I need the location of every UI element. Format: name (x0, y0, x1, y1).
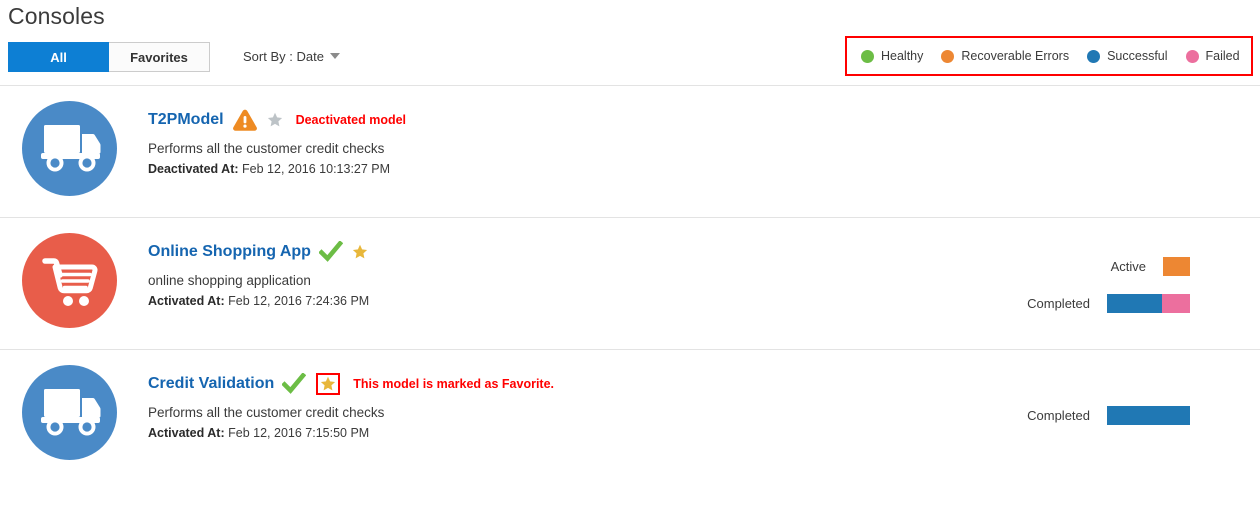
status-bar-row: Completed (1027, 294, 1190, 313)
console-name[interactable]: Credit Validation (148, 375, 274, 393)
console-timestamp-value: Feb 12, 2016 7:24:36 PM (228, 294, 370, 308)
console-annotation: This model is marked as Favorite. (353, 377, 555, 391)
console-name[interactable]: T2PModel (148, 111, 224, 129)
legend-item-recoverable-errors: Recoverable Errors (941, 49, 1069, 63)
console-list-item[interactable]: T2PModel Deactivated model Performs all t… (0, 85, 1260, 217)
legend-item-successful: Successful (1087, 49, 1168, 63)
status-bar-row: Completed (1027, 406, 1190, 425)
status-bar-row: Active (1027, 257, 1190, 276)
legend-dot-failed (1185, 49, 1199, 63)
console-description: online shopping application (148, 273, 311, 288)
check-icon (318, 241, 343, 262)
consoles-page: Consoles All Favorites Sort By : Date He… (0, 0, 1260, 518)
console-timestamp: Activated At: Feb 12, 2016 7:15:50 PM (148, 426, 554, 440)
warning-triangle-icon (232, 109, 257, 131)
status-bar-track (1107, 406, 1190, 425)
chevron-down-icon (329, 53, 340, 59)
console-avatar (22, 233, 117, 328)
status-bar-segment[interactable] (1162, 294, 1190, 313)
legend-label-healthy: Healthy (881, 49, 924, 63)
favorite-star-highlight[interactable] (316, 373, 341, 395)
legend-label-successful: Successful (1107, 49, 1168, 63)
truck-icon (41, 389, 101, 436)
console-timestamp-label: Activated At: (148, 294, 225, 308)
legend-label-failed: Failed (1205, 49, 1240, 63)
favorite-star-icon[interactable] (352, 244, 368, 260)
console-title-row: T2PModel Deactivated model (148, 108, 406, 132)
legend-dot-successful (1087, 49, 1101, 63)
console-status-bars: Completed (1027, 406, 1190, 425)
favorite-star-icon[interactable] (320, 376, 336, 392)
sort-by-label: Sort By : Date (243, 49, 324, 64)
truck-icon (41, 125, 101, 172)
filter-tab-group: All Favorites (8, 42, 210, 72)
console-timestamp-value: Feb 12, 2016 10:13:27 PM (242, 162, 391, 176)
status-bar-segment[interactable] (1163, 257, 1190, 276)
status-bar-segment[interactable] (1107, 406, 1190, 425)
console-timestamp: Activated At: Feb 12, 2016 7:24:36 PM (148, 294, 369, 308)
tab-favorites[interactable]: Favorites (109, 42, 210, 72)
console-avatar (22, 365, 117, 460)
console-description: Performs all the customer credit checks (148, 405, 385, 420)
console-annotation: Deactivated model (295, 113, 407, 127)
legend-item-failed: Failed (1185, 49, 1240, 63)
legend-dot-recoverable-errors (941, 49, 955, 63)
legend-item-healthy: Healthy (861, 49, 923, 63)
console-list-item[interactable]: Credit Validation This model is marked a… (0, 349, 1260, 481)
status-bar-track (1163, 257, 1190, 276)
page-title: Consoles (8, 3, 105, 29)
status-bar-track (1107, 294, 1190, 313)
check-icon (282, 373, 307, 394)
console-status-bars: Active Completed (1027, 257, 1190, 313)
legend-label-recoverable-errors: Recoverable Errors (961, 49, 1070, 63)
legend: Healthy Recoverable Errors Successful Fa… (845, 36, 1253, 76)
console-title-row: Online Shopping App (148, 240, 369, 264)
console-list: T2PModel Deactivated model Performs all t… (0, 85, 1260, 481)
console-details: Online Shopping App online shopping appl… (148, 240, 369, 308)
status-bar-label: Active (1110, 259, 1146, 274)
console-name[interactable]: Online Shopping App (148, 243, 311, 261)
console-description: Performs all the customer credit checks (148, 141, 385, 156)
sort-by-dropdown[interactable]: Sort By : Date (243, 42, 340, 72)
status-bar-label: Completed (1027, 408, 1090, 423)
console-timestamp-value: Feb 12, 2016 7:15:50 PM (228, 426, 370, 440)
console-details: T2PModel Deactivated model Performs all t… (148, 108, 406, 176)
console-timestamp-label: Deactivated At: (148, 162, 239, 176)
shopping-cart-icon (42, 258, 98, 306)
console-title-row: Credit Validation This model is marked a… (148, 372, 554, 396)
tab-all[interactable]: All (8, 42, 109, 72)
status-bar-label: Completed (1027, 296, 1090, 311)
console-timestamp-label: Activated At: (148, 426, 225, 440)
legend-dot-healthy (861, 49, 874, 63)
console-list-item[interactable]: Online Shopping App online shopping appl… (0, 217, 1260, 349)
favorite-star-icon[interactable] (267, 112, 283, 128)
status-bar-segment[interactable] (1107, 294, 1162, 313)
console-timestamp: Deactivated At: Feb 12, 2016 10:13:27 PM (148, 162, 406, 176)
console-details: Credit Validation This model is marked a… (148, 372, 554, 440)
console-avatar (22, 101, 117, 196)
